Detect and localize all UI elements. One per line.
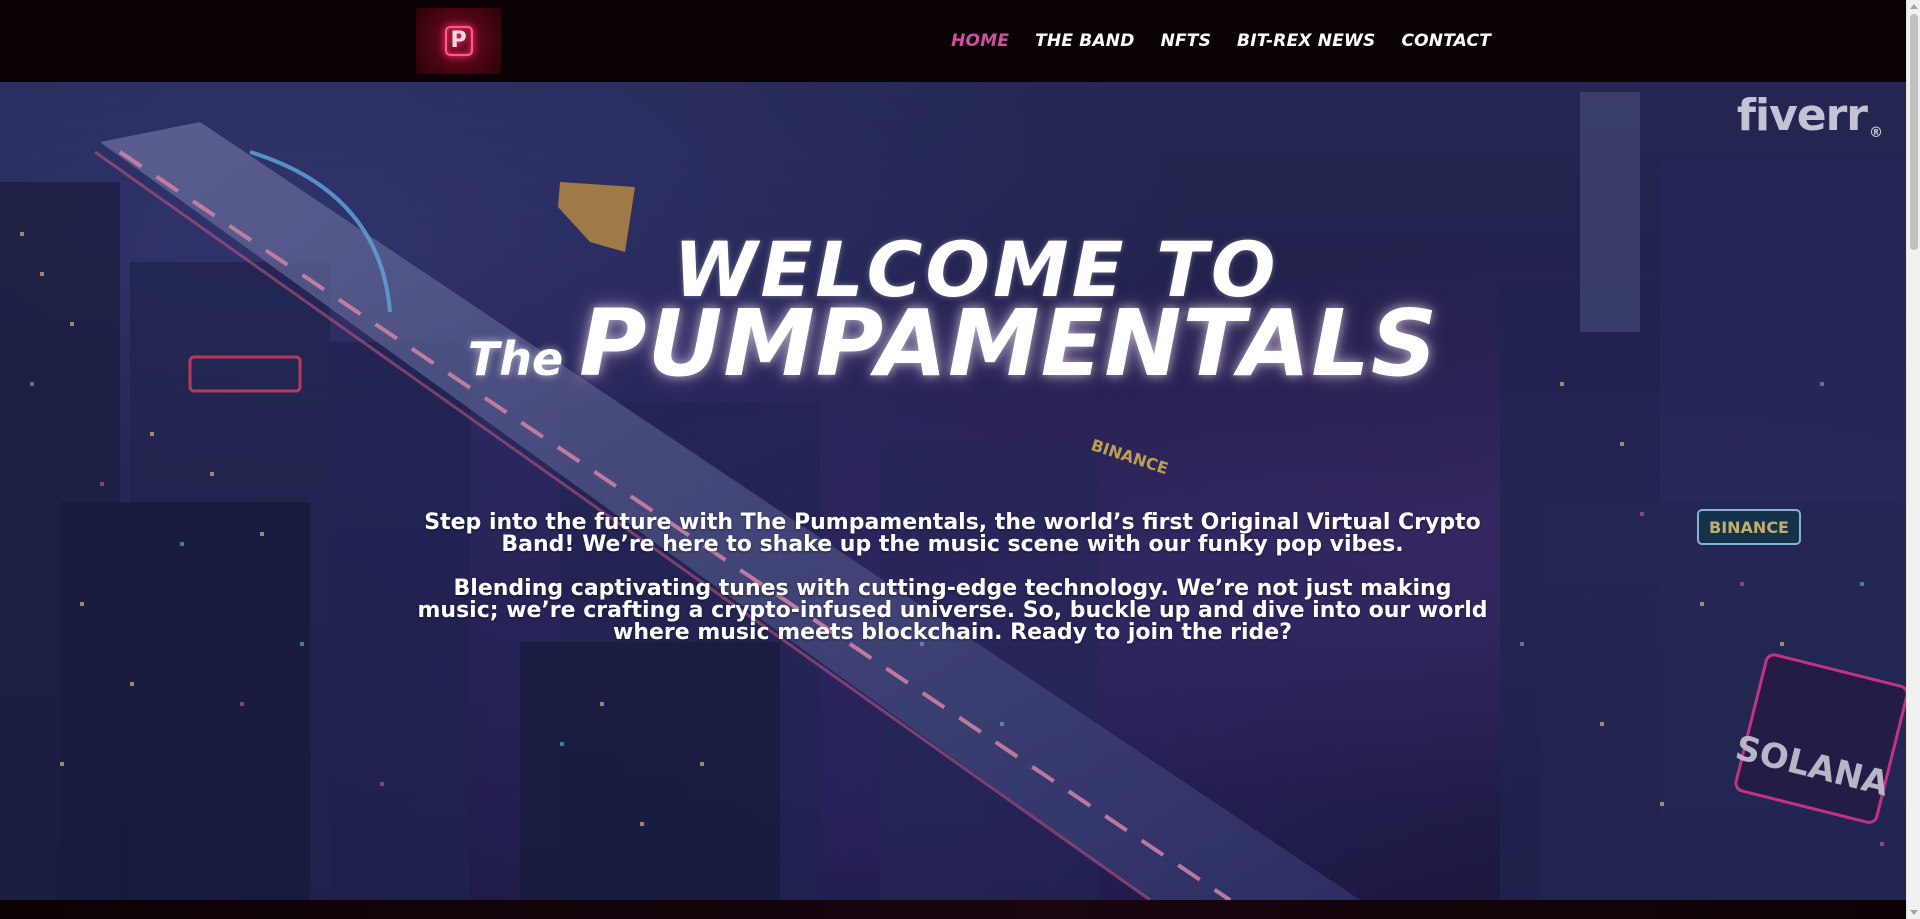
nav-contact[interactable]: CONTACT (1401, 31, 1491, 51)
next-section-edge (0, 900, 1906, 919)
nav-home[interactable]: HOME (951, 31, 1009, 51)
logo-letter: P (450, 28, 467, 53)
fiverr-watermark-text: fiverr (1736, 90, 1868, 141)
intro-paragraph-2: Blending captivating tunes with cutting-… (417, 576, 1488, 645)
nav-bit-rex-news[interactable]: BIT-REX NEWS (1237, 31, 1375, 51)
band-title: The PUMPAMENTALS (0, 290, 1906, 397)
page: P HOME THE BAND NFTS BIT-REX NEWS CONTAC… (0, 0, 1920, 919)
fiverr-registered-mark: ® (1869, 125, 1883, 141)
scrollbar-thumb[interactable] (1910, 14, 1918, 250)
hero-overlay (0, 82, 1906, 900)
site-header: P HOME THE BAND NFTS BIT-REX NEWS CONTAC… (0, 0, 1906, 82)
intro-paragraph-1: Step into the future with The Pumpamenta… (424, 510, 1481, 557)
nav-nfts[interactable]: NFTS (1161, 31, 1211, 51)
logo-p-icon: P (444, 26, 473, 56)
main-nav: HOME THE BAND NFTS BIT-REX NEWS CONTACT (951, 0, 1491, 82)
scroll-up-arrow-icon[interactable] (1910, 4, 1918, 9)
scroll-down-arrow-icon[interactable] (1910, 910, 1918, 915)
band-title-prefix: The (467, 332, 564, 386)
site-logo[interactable]: P (416, 8, 501, 74)
band-title-name: PUMPAMENTALS (579, 290, 1439, 397)
nav-the-band[interactable]: THE BAND (1035, 31, 1134, 51)
hero-section: BINANCE BINANCE SOLANA fiverr ® WELCOME … (0, 82, 1906, 900)
fiverr-watermark: fiverr ® (1736, 90, 1883, 141)
page-scrollbar[interactable] (1906, 0, 1920, 919)
